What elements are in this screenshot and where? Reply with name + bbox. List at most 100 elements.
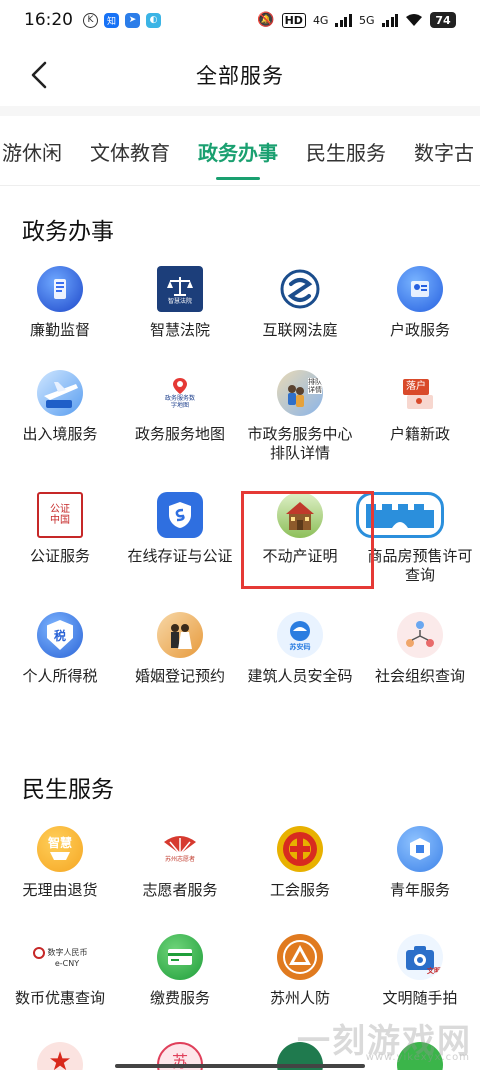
payment-service-icon xyxy=(157,934,203,980)
service-item-0-15[interactable]: 社会组织查询 xyxy=(360,612,480,686)
notification-app-icon: ◐ xyxy=(146,12,161,28)
service-label: 苏州人防 xyxy=(269,989,330,1007)
service-map-icon: 政务服务数字地图 xyxy=(157,370,203,416)
construction-safety-code-icon: 苏安码 xyxy=(277,612,323,658)
service-item-0-8[interactable]: 公证中国 公证服务 xyxy=(0,492,120,566)
service-item-0-10[interactable]: 不动产证明 xyxy=(240,492,360,566)
service-item-0-11[interactable]: 商品房预售许可查询 xyxy=(356,492,480,585)
presale-permit-icon xyxy=(356,492,444,538)
tab-0[interactable]: 游休闲 xyxy=(0,116,76,185)
home-indicator[interactable] xyxy=(115,1064,365,1068)
header-divider xyxy=(0,106,480,116)
service-label: 智慧法院 xyxy=(149,321,210,339)
service-label: 无理由退货 xyxy=(22,881,98,899)
service-label: 婚姻登记预约 xyxy=(134,667,225,685)
notary-service-icon: 公证中国 xyxy=(37,492,83,538)
service-item-0-3[interactable]: 户政服务 xyxy=(360,266,480,340)
red-star-icon[interactable]: ★ xyxy=(37,1042,83,1070)
return-goods-icon: 智慧 xyxy=(37,826,83,872)
service-item-1-0[interactable]: 智慧 无理由退货 xyxy=(0,826,120,900)
service-item-1-2[interactable]: 工会服务 xyxy=(240,826,360,900)
disciplinary-supervision-icon xyxy=(37,266,83,312)
service-item-1-6[interactable]: 苏州人防 xyxy=(240,934,360,1008)
service-label: 数币优惠查询 xyxy=(14,989,105,1007)
service-label: 建筑人员安全码 xyxy=(247,667,353,685)
service-item-0-7[interactable]: 落户 户籍新政 xyxy=(360,370,480,444)
service-item-1-1[interactable]: 苏州志愿者志愿者服务 xyxy=(120,826,240,900)
internet-court-icon xyxy=(277,266,323,312)
service-item-0-1[interactable]: 智慧法院 智慧法院 xyxy=(120,266,240,340)
marriage-registration-icon xyxy=(157,612,203,658)
section-title-government: 政务办事 xyxy=(22,219,114,245)
service-item-0-4[interactable]: 出入境服务 xyxy=(0,370,120,444)
tab-4[interactable]: 数字古 xyxy=(400,116,480,185)
service-item-0-13[interactable]: 婚姻登记预约 xyxy=(120,612,240,686)
tab-label: 民生服务 xyxy=(306,140,386,165)
net-4g-label: 4G xyxy=(312,13,329,27)
page-title: 全部服务 xyxy=(196,64,284,88)
volunteer-service-icon: 苏州志愿者 xyxy=(157,826,203,872)
wifi-icon xyxy=(406,14,422,26)
queue-details-icon: 排队详情 xyxy=(277,370,323,416)
category-tabs: 游休闲 文体教育 政务办事 民生服务 数字古 xyxy=(0,116,480,186)
mute-bell-icon: 🔕 xyxy=(257,12,275,28)
online-evidence-icon xyxy=(157,492,203,538)
tab-label: 政务办事 xyxy=(198,140,278,165)
notification-k-icon: K xyxy=(83,12,98,28)
household-service-icon xyxy=(397,266,443,312)
income-tax-icon: 税 xyxy=(37,612,83,658)
tab-2[interactable]: 政务办事 xyxy=(184,116,292,185)
service-item-0-2[interactable]: 互联网法庭 xyxy=(240,266,360,340)
civilization-photo-icon: 文明 xyxy=(397,934,443,980)
net-5g-label: 5G xyxy=(358,13,375,27)
service-label: 不动产证明 xyxy=(262,547,338,565)
battery-indicator: 74 xyxy=(430,12,456,28)
service-label: 工会服务 xyxy=(269,881,330,899)
service-label: 文明随手拍 xyxy=(382,989,458,1007)
tab-1[interactable]: 文体教育 xyxy=(76,116,184,185)
back-arrow-icon[interactable] xyxy=(26,60,56,90)
signal-4g-icon xyxy=(335,13,352,27)
service-item-0-9[interactable]: 在线存证与公证 xyxy=(120,492,240,566)
tab-3[interactable]: 民生服务 xyxy=(292,116,400,185)
service-label: 社会组织查询 xyxy=(374,667,465,685)
service-label: 商品房预售许可查询 xyxy=(367,547,473,584)
service-item-1-3[interactable]: 青年服务 xyxy=(360,826,480,900)
tab-label: 数字古 xyxy=(414,140,474,165)
service-label: 青年服务 xyxy=(389,881,450,899)
service-label: 个人所得税 xyxy=(22,667,98,685)
smart-court-icon: 智慧法院 xyxy=(157,266,203,312)
status-time: 16:20 xyxy=(24,10,73,30)
household-policy-icon: 落户 xyxy=(397,370,443,416)
trade-union-icon xyxy=(277,826,323,872)
youth-service-icon xyxy=(397,826,443,872)
service-item-1-5[interactable]: 缴费服务 xyxy=(120,934,240,1008)
service-label: 廉勤监督 xyxy=(29,321,90,339)
watermark-url: www.yikexyx.com xyxy=(365,1052,470,1063)
notification-arrow-icon: ➤ xyxy=(125,12,140,28)
service-label: 志愿者服务 xyxy=(142,881,218,899)
service-label: 出入境服务 xyxy=(22,425,98,443)
status-bar: 16:20 K 知 ➤ ◐ 🔕 HD 4G 5G 74 xyxy=(0,0,480,40)
service-item-0-14[interactable]: 苏安码建筑人员安全码 xyxy=(240,612,360,686)
section-title-livelihood: 民生服务 xyxy=(22,777,114,803)
service-item-1-4[interactable]: 数字人民币 e-CNY 数币优惠查询 xyxy=(0,934,120,1008)
service-item-0-0[interactable]: 廉勤监督 xyxy=(0,266,120,340)
service-label: 户籍新政 xyxy=(389,425,450,443)
service-item-1-7[interactable]: 文明 文明随手拍 xyxy=(360,934,480,1008)
real-estate-house-icon xyxy=(277,492,323,538)
notification-zhihu-icon: 知 xyxy=(104,12,119,28)
service-item-0-5[interactable]: 政务服务数字地图 政务服务地图 xyxy=(120,370,240,444)
service-item-0-12[interactable]: 税个人所得税 xyxy=(0,612,120,686)
exit-entry-icon xyxy=(37,370,83,416)
service-label: 互联网法庭 xyxy=(262,321,338,339)
service-label: 市政务服务中心排队详情 xyxy=(247,425,353,462)
civil-defense-icon xyxy=(277,934,323,980)
service-label: 在线存证与公证 xyxy=(127,547,233,565)
tab-label: 文体教育 xyxy=(90,140,170,165)
digital-currency-icon: 数字人民币 e-CNY xyxy=(25,934,95,980)
hd-badge: HD xyxy=(281,12,306,28)
service-label: 缴费服务 xyxy=(149,989,210,1007)
service-item-0-6[interactable]: 排队详情市政务服务中心排队详情 xyxy=(240,370,360,463)
service-label: 户政服务 xyxy=(389,321,450,339)
